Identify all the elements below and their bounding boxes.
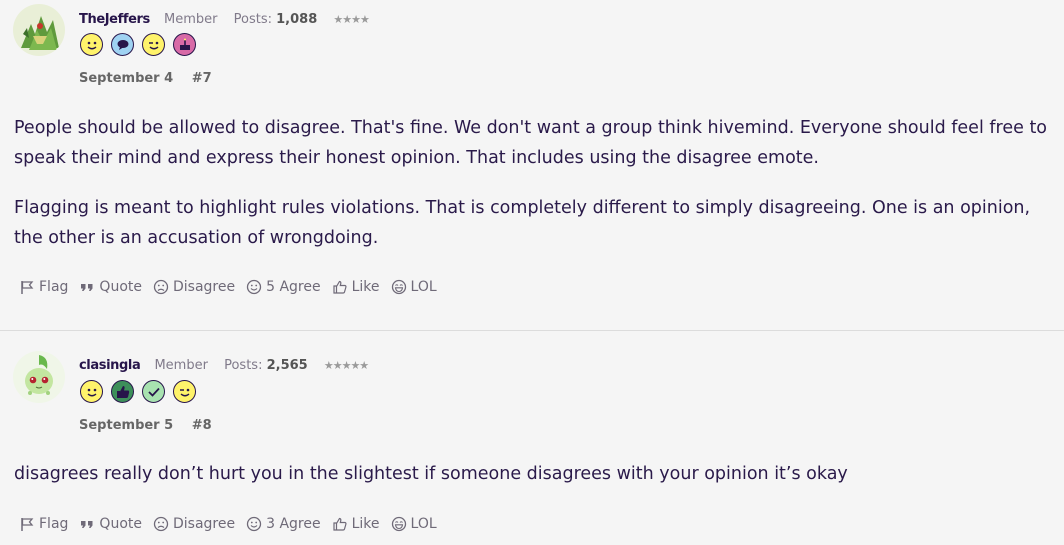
laugh-icon — [391, 279, 406, 295]
post-count-value: 2,565 — [266, 358, 308, 373]
disagree-button[interactable]: Disagree — [153, 516, 235, 532]
smile-icon — [246, 279, 262, 295]
post-paragraph: People should be allowed to disagree. Th… — [14, 118, 1048, 168]
like-button[interactable]: Like — [332, 279, 380, 295]
disagree-button[interactable]: Disagree — [153, 279, 235, 295]
flag-button[interactable]: Flag — [19, 516, 68, 532]
flag-label: Flag — [39, 279, 69, 295]
quote-label: Quote — [99, 279, 142, 295]
post-number[interactable]: #8 — [192, 418, 212, 433]
thumbs-up-icon — [332, 280, 347, 294]
post-actions: Flag Quote Disagree 3 Agree Like LOL — [19, 516, 448, 532]
quote-button[interactable]: Quote — [79, 516, 142, 532]
post-body: disagrees really don’t hurt you in the s… — [14, 459, 1054, 509]
lol-button[interactable]: LOL — [391, 279, 437, 295]
speech-bubble-badge-icon[interactable] — [111, 33, 134, 56]
post-7: TheJeffers Member Posts: 1,088 ★★★★ Sept… — [0, 0, 1064, 330]
smile-badge-icon[interactable] — [80, 380, 103, 403]
like-label: Like — [351, 516, 380, 532]
frown-icon — [153, 516, 169, 532]
post-meta: September 4 #7 — [79, 71, 212, 86]
post-paragraph: Flagging is meant to highlight rules vio… — [14, 198, 1031, 248]
disagree-label: Disagree — [172, 279, 236, 295]
post-count-value: 1,088 — [276, 12, 318, 27]
post-date[interactable]: September 4 — [79, 71, 173, 86]
post-date[interactable]: September 5 — [79, 418, 173, 433]
check-badge-icon[interactable] — [142, 380, 165, 403]
post-count-label: Posts: — [233, 12, 272, 27]
post-paragraph: disagrees really don’t hurt you in the s… — [14, 464, 848, 484]
rank-stars: ★★★★★ — [323, 359, 369, 372]
like-button[interactable]: Like — [332, 516, 380, 532]
quote-icon — [81, 284, 93, 291]
lol-label: LOL — [410, 279, 437, 295]
agree-button[interactable]: 3 Agree — [246, 516, 321, 532]
wink-badge-icon[interactable] — [142, 33, 165, 56]
post-body: People should be allowed to disagree. Th… — [14, 113, 1054, 273]
cake-badge-icon[interactable] — [173, 33, 196, 56]
quote-label: Quote — [99, 516, 142, 532]
post-header: clasingla Member Posts: 2,565 ★★★★★ — [79, 358, 369, 374]
username-link[interactable]: clasingla — [79, 358, 141, 373]
user-avatar[interactable] — [13, 351, 65, 403]
disagree-label: Disagree — [172, 516, 236, 532]
wink-badge-icon[interactable] — [173, 380, 196, 403]
smile-badge-icon[interactable] — [80, 33, 103, 56]
post-meta: September 5 #8 — [79, 418, 212, 433]
quote-icon — [81, 521, 93, 528]
user-role: Member — [154, 358, 208, 373]
post-actions: Flag Quote Disagree 5 Agree Like LOL — [19, 279, 448, 295]
agree-button[interactable]: 5 Agree — [246, 279, 321, 295]
post-header: TheJeffers Member Posts: 1,088 ★★★★ — [79, 12, 370, 28]
thumbs-up-icon — [332, 517, 347, 531]
post-8: clasingla Member Posts: 2,565 ★★★★★ Sept… — [0, 330, 1064, 545]
user-badges — [80, 33, 196, 56]
agree-label: 3 Agree — [266, 516, 321, 532]
flag-icon — [21, 281, 34, 294]
flag-label: Flag — [39, 516, 69, 532]
like-label: Like — [351, 279, 380, 295]
frown-icon — [153, 279, 169, 295]
lol-button[interactable]: LOL — [391, 516, 437, 532]
rank-stars: ★★★★ — [333, 13, 369, 26]
agree-label: 5 Agree — [266, 279, 321, 295]
lol-label: LOL — [410, 516, 437, 532]
thumbs-up-badge-icon[interactable] — [111, 380, 134, 403]
username-link[interactable]: TheJeffers — [79, 12, 150, 27]
laugh-icon — [391, 516, 406, 532]
flag-button[interactable]: Flag — [19, 279, 68, 295]
post-number[interactable]: #7 — [192, 71, 212, 86]
smile-icon — [246, 516, 262, 532]
user-avatar[interactable] — [13, 4, 65, 56]
user-badges — [80, 380, 196, 403]
flag-icon — [21, 518, 34, 531]
user-role: Member — [164, 12, 218, 27]
post-count-label: Posts: — [224, 358, 263, 373]
quote-button[interactable]: Quote — [79, 279, 142, 295]
